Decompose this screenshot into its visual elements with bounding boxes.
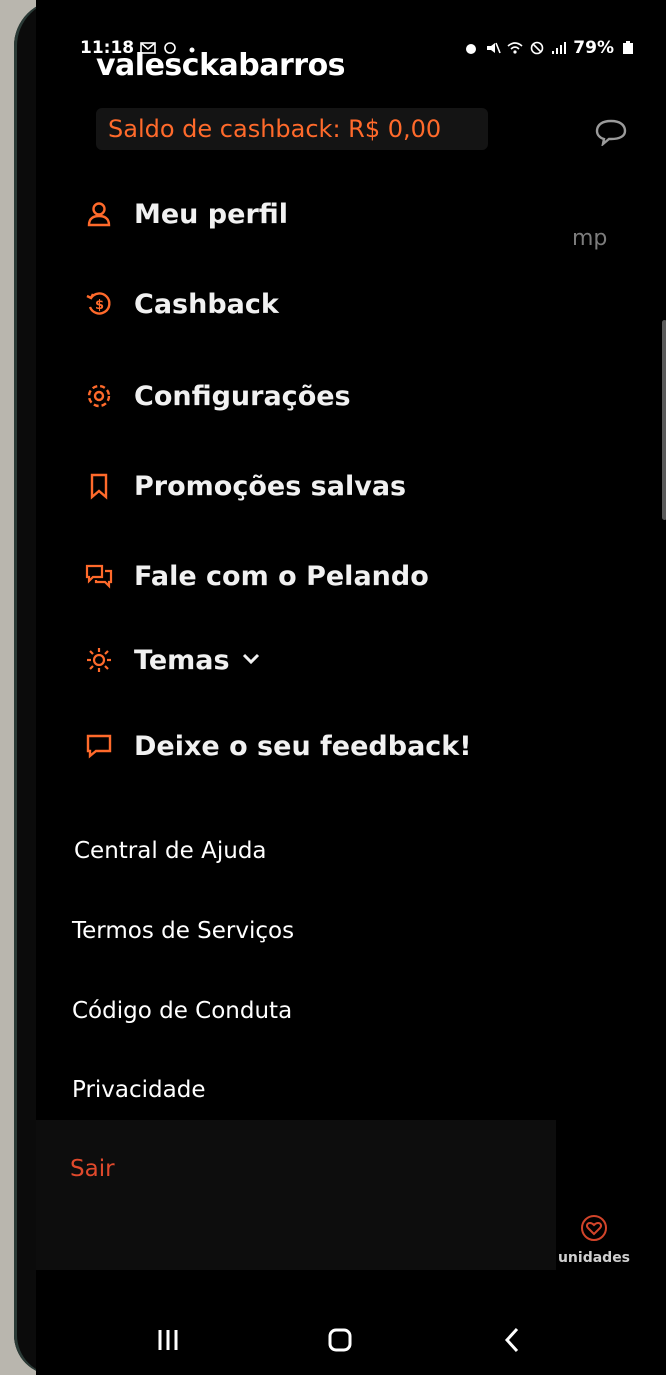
home-icon (328, 1328, 352, 1352)
bottom-panel (36, 1120, 556, 1270)
gear-icon (84, 381, 114, 411)
background-page-text: mp (572, 226, 608, 251)
menu-item-cashback[interactable]: $ Cashback (84, 274, 279, 334)
menu-item-label: Meu perfil (134, 198, 289, 230)
heart-icon (581, 1215, 607, 1241)
menu-item-promocoes-salvas[interactable]: Promoções salvas (84, 456, 406, 516)
battery-icon (623, 41, 633, 54)
link-termos-de-servicos[interactable]: Termos de Serviços (72, 918, 294, 944)
phone-frame: 11:18 79% valesckabarros Saldo de cashba… (14, 0, 666, 1375)
alarm-icon (466, 44, 477, 54)
menu-item-label: Promoções salvas (134, 470, 407, 502)
unidades-label: unidades (557, 1250, 631, 1266)
menu-item-feedback[interactable]: Deixe o seu feedback! (84, 716, 472, 776)
mute-icon (487, 42, 502, 54)
bookmark-icon (84, 471, 114, 501)
menu-item-label: Cashback (134, 288, 279, 320)
back-button[interactable] (492, 1320, 532, 1360)
wifi-icon (507, 42, 523, 54)
home-button[interactable] (320, 1320, 360, 1360)
menu-item-configuracoes[interactable]: Configurações (84, 366, 351, 426)
menu-item-label: Temas (134, 644, 230, 676)
battery-percent: 79% (573, 38, 614, 58)
cashback-balance-text: Saldo de cashback: R$ 0,00 (108, 115, 442, 143)
menu-item-label: Configurações (134, 380, 351, 412)
system-navigation-bar (36, 1300, 666, 1375)
scrollbar[interactable] (662, 320, 666, 520)
menu-item-temas[interactable]: Temas (84, 630, 260, 690)
chat-icon[interactable] (594, 118, 628, 146)
menu-item-label: Deixe o seu feedback! (134, 730, 472, 762)
status-bar-right: 79% (463, 38, 636, 58)
help-center-title: Central de Ajuda (74, 838, 267, 864)
back-icon (504, 1327, 519, 1353)
link-privacidade[interactable]: Privacidade (72, 1077, 206, 1103)
feedback-icon (84, 731, 114, 761)
menu-item-meu-perfil[interactable]: Meu perfil (84, 184, 288, 244)
menu-item-label: Fale com o Pelando (134, 560, 429, 592)
unidades-button[interactable]: unidades (546, 1208, 642, 1276)
chevron-down-icon (242, 650, 260, 671)
logout-button[interactable]: Sair (70, 1156, 115, 1182)
menu-item-fale-com-o-pelando[interactable]: Fale com o Pelando (84, 546, 429, 606)
svg-text:$: $ (95, 298, 104, 313)
recent-apps-button[interactable] (148, 1320, 188, 1360)
sun-icon (84, 645, 114, 675)
cashback-balance-banner[interactable]: Saldo de cashback: R$ 0,00 (96, 108, 488, 150)
profile-username: valesckabarros (96, 48, 346, 83)
person-icon (84, 199, 114, 229)
recent-apps-icon (158, 1330, 178, 1350)
cashback-coin-icon: $ (84, 289, 114, 319)
signal-icon (552, 42, 567, 54)
link-codigo-de-conduta[interactable]: Código de Conduta (72, 998, 292, 1024)
chat-bubbles-icon (84, 561, 114, 591)
screen: 11:18 79% valesckabarros Saldo de cashba… (36, 0, 666, 1375)
blocked-icon (530, 41, 544, 55)
